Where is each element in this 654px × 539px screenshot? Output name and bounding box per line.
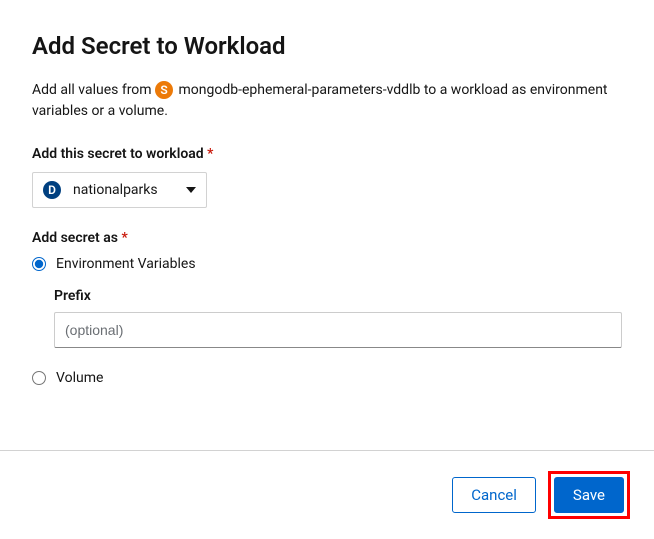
description-prefix: Add all values from (32, 82, 155, 98)
radio-volume[interactable]: Volume (32, 370, 622, 386)
save-highlight-box: Save (548, 471, 630, 519)
radio-env-input[interactable] (32, 257, 46, 271)
prefix-input[interactable] (54, 312, 622, 348)
page-title: Add Secret to Workload (32, 32, 622, 60)
prefix-section: Prefix (54, 288, 622, 348)
radio-env-vars[interactable]: Environment Variables (32, 256, 622, 272)
required-marker: * (207, 146, 213, 162)
workload-label: Add this secret to workload * (32, 146, 622, 162)
secret-badge-icon: S (155, 81, 173, 99)
workload-form-group: Add this secret to workload * D national… (32, 146, 622, 208)
radio-volume-input[interactable] (32, 371, 46, 385)
workload-dropdown[interactable]: D nationalparks (32, 172, 207, 208)
secret-as-label: Add secret as * (32, 230, 622, 246)
secret-as-label-text: Add secret as (32, 230, 118, 246)
secret-as-form-group: Add secret as * Environment Variables Pr… (32, 230, 622, 386)
footer: Cancel Save (0, 450, 654, 539)
secret-name: mongodb-ephemeral-parameters-vddlb (179, 82, 421, 98)
workload-label-text: Add this secret to workload (32, 146, 204, 162)
chevron-down-icon (186, 187, 196, 193)
prefix-label: Prefix (54, 288, 622, 304)
description: Add all values from S mongodb-ephemeral-… (32, 80, 622, 122)
save-button[interactable]: Save (554, 477, 624, 513)
radio-volume-label[interactable]: Volume (56, 370, 103, 386)
workload-selected-text: nationalparks (73, 182, 158, 198)
cancel-button[interactable]: Cancel (452, 477, 536, 513)
required-marker: * (121, 230, 127, 246)
radio-env-label[interactable]: Environment Variables (56, 256, 196, 272)
deployment-badge-icon: D (43, 181, 61, 199)
